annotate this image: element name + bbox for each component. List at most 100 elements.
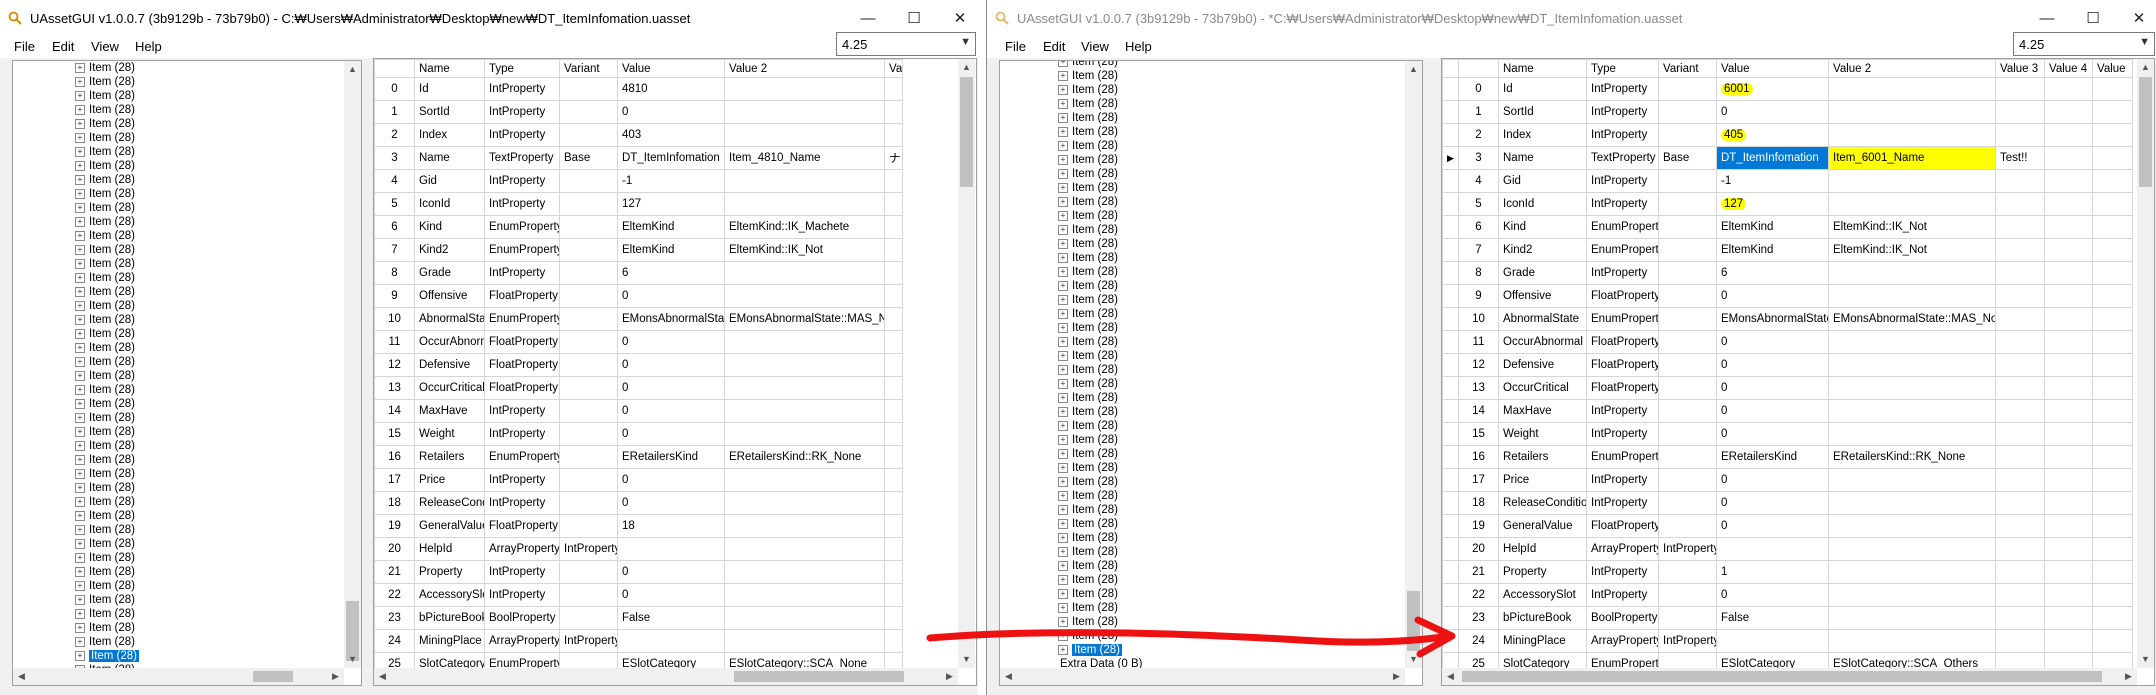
table-cell[interactable]: IntProperty: [484, 123, 560, 147]
menu-view[interactable]: View: [1081, 39, 1109, 54]
table-cell[interactable]: [1828, 123, 1996, 147]
plus-box-icon[interactable]: +: [1058, 98, 1068, 109]
table-cell[interactable]: [2092, 123, 2133, 147]
table-cell[interactable]: EnumProperty: [1586, 307, 1659, 331]
scroll-down-icon[interactable]: ▼: [958, 651, 975, 668]
table-row[interactable]: 16 Retailers EnumProperty ERetailersKind ERe…: [1442, 445, 2133, 469]
maximize-button[interactable]: ☐: [894, 6, 934, 32]
table-cell[interactable]: AbnormalState: [1498, 307, 1587, 331]
table-cell[interactable]: 0: [1716, 491, 1829, 515]
row-selector[interactable]: [1442, 353, 1459, 377]
table-cell[interactable]: [1658, 238, 1717, 262]
table-cell[interactable]: EltemKind: [617, 215, 725, 239]
table-cell[interactable]: [1995, 445, 2045, 469]
column-header[interactable]: Value 3: [1995, 59, 2045, 78]
table-cell[interactable]: [1658, 169, 1717, 193]
table-cell[interactable]: [617, 537, 725, 561]
table-cell[interactable]: IntProperty: [1586, 560, 1659, 584]
table-cell[interactable]: [884, 353, 903, 377]
table-cell[interactable]: IntProperty: [1586, 399, 1659, 423]
table-row[interactable]: 6 Kind EnumProperty EltemKind EltemKind::IK_…: [374, 215, 903, 239]
table-cell[interactable]: ArrayProperty: [484, 537, 560, 561]
engine-version-select[interactable]: 4.25 ▼: [836, 32, 976, 56]
horizontal-scrollbar[interactable]: ◀ ▶: [1442, 668, 2137, 685]
current-row-arrow-icon[interactable]: ▶: [1442, 146, 1459, 170]
table-cell[interactable]: [1658, 514, 1717, 538]
table-cell[interactable]: [2044, 422, 2093, 446]
plus-box-icon[interactable]: +: [1058, 322, 1068, 333]
table-row[interactable]: 15 Weight IntProperty 0: [1442, 422, 2133, 446]
asset-tree[interactable]: + Item (28) + Item (28) + Item (28) + Item (28)…: [12, 60, 362, 686]
plus-box-icon[interactable]: +: [75, 370, 85, 381]
tree-item[interactable]: + Item (28): [75, 285, 135, 299]
table-cell[interactable]: [2044, 353, 2093, 377]
table-row[interactable]: 18 ReleaseCondition IntProperty 0: [1442, 491, 2133, 515]
vertical-scrollbar[interactable]: ▲ ▼: [344, 61, 361, 668]
table-cell[interactable]: [559, 583, 618, 607]
table-cell[interactable]: IntProperty: [1586, 100, 1659, 124]
table-cell[interactable]: TextProperty: [1586, 146, 1659, 170]
table-cell[interactable]: IntProperty: [1586, 468, 1659, 492]
table-cell[interactable]: Retailers: [1498, 445, 1587, 469]
table-cell[interactable]: [2044, 399, 2093, 423]
table-cell[interactable]: [724, 353, 885, 377]
tree-item[interactable]: + Item (28): [1058, 97, 1118, 111]
table-row[interactable]: 9 Offensive FloatProperty 0: [1442, 284, 2133, 308]
tree-item[interactable]: + Item (28): [75, 453, 135, 467]
table-cell[interactable]: ERetailersKind: [617, 445, 725, 469]
vertical-scrollbar[interactable]: ▲ ▼: [2137, 59, 2154, 668]
table-cell[interactable]: IntProperty: [484, 100, 560, 124]
tree-item[interactable]: + Item (28): [75, 579, 135, 593]
table-cell[interactable]: OccurAbnormal: [1498, 330, 1587, 354]
table-row[interactable]: 22 AccessorySlot IntProperty 0: [1442, 583, 2133, 607]
tree-item[interactable]: + Item (28): [1058, 251, 1118, 265]
table-cell[interactable]: [1828, 376, 1996, 400]
table-cell[interactable]: [724, 192, 885, 216]
table-cell[interactable]: 0: [1716, 399, 1829, 423]
table-cell[interactable]: IntProperty: [1586, 583, 1659, 607]
table-cell[interactable]: [2092, 353, 2133, 377]
table-cell[interactable]: [1658, 123, 1717, 147]
table-cell[interactable]: 18: [617, 514, 725, 538]
table-cell[interactable]: [2092, 422, 2133, 446]
table-cell[interactable]: 0: [617, 560, 725, 584]
tree-item[interactable]: + Item (28): [1058, 517, 1118, 531]
table-cell[interactable]: Grade: [414, 261, 485, 285]
table-cell[interactable]: EltemKind::IK_Not: [1828, 215, 1996, 239]
table-row[interactable]: 17 Price IntProperty 0: [1442, 468, 2133, 492]
plus-box-icon[interactable]: +: [75, 552, 85, 563]
table-cell[interactable]: 127: [617, 192, 725, 216]
table-cell[interactable]: [884, 629, 903, 653]
table-cell[interactable]: FloatProperty: [1586, 330, 1659, 354]
table-cell[interactable]: [724, 629, 885, 653]
menu-edit[interactable]: Edit: [1043, 39, 1065, 54]
table-cell[interactable]: [2044, 169, 2093, 193]
table-cell[interactable]: [559, 606, 618, 630]
table-cell[interactable]: Kind2: [414, 238, 485, 262]
table-cell[interactable]: [1828, 629, 1996, 653]
tree-item[interactable]: + Item (28): [1058, 111, 1118, 125]
table-cell[interactable]: [1995, 606, 2045, 630]
table-cell[interactable]: [884, 422, 903, 446]
plus-box-icon[interactable]: +: [75, 496, 85, 507]
row-selector[interactable]: [1442, 629, 1459, 653]
tree-item[interactable]: + Item (28): [1058, 181, 1118, 195]
table-row[interactable]: 8 Grade IntProperty 6: [374, 261, 903, 285]
plus-box-icon[interactable]: +: [1058, 308, 1068, 319]
table-cell[interactable]: SortId: [414, 100, 485, 124]
table-cell[interactable]: EMonsAbnormalState: [1716, 307, 1829, 331]
table-cell[interactable]: Grade: [1498, 261, 1587, 285]
table-cell[interactable]: [884, 261, 903, 285]
tree-item[interactable]: + Item (28): [1058, 405, 1118, 419]
tree-item[interactable]: + Item (28): [1058, 167, 1118, 181]
table-cell[interactable]: EMonsAbnormalState::MAS_None: [1828, 307, 1996, 331]
table-cell[interactable]: 0: [617, 399, 725, 423]
tree-item[interactable]: + Item (28): [1058, 265, 1118, 279]
tree-item[interactable]: + Item (28): [75, 621, 135, 635]
plus-box-icon[interactable]: +: [1058, 84, 1068, 95]
tree-item[interactable]: + Item (28): [75, 355, 135, 369]
table-cell[interactable]: 0: [1716, 353, 1829, 377]
table-cell[interactable]: EMonsAbnormalState::MAS_None: [724, 307, 885, 331]
plus-box-icon[interactable]: +: [75, 314, 85, 325]
table-cell[interactable]: EnumProperty: [484, 215, 560, 239]
